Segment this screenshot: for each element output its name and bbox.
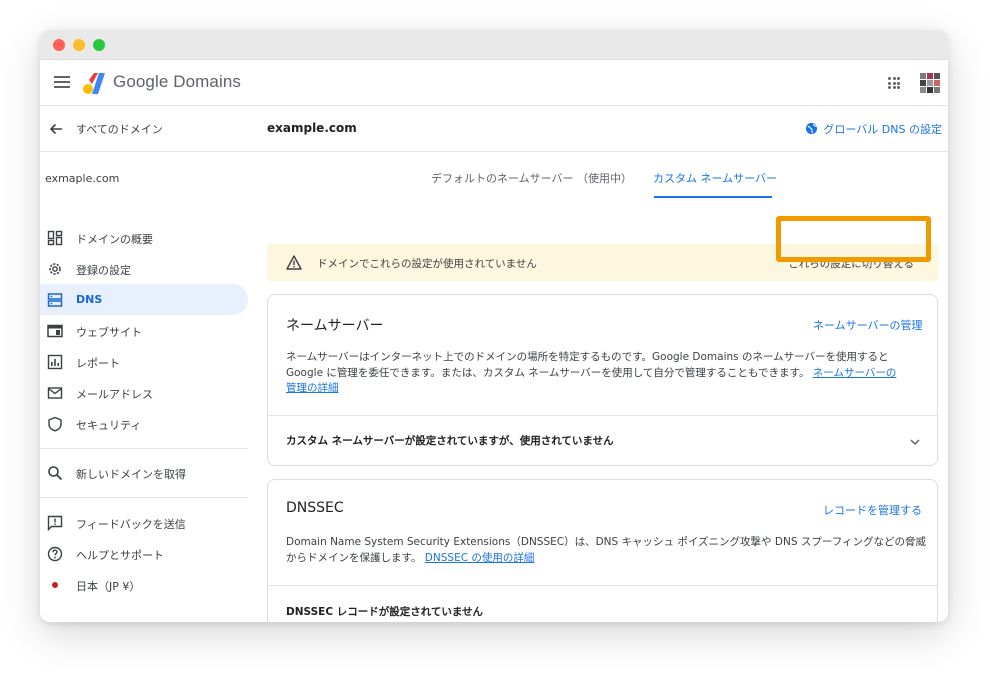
- sidebar: すべてのドメイン exmaple.com ドメインの概要 登録の設定 DNS ウ…: [40, 106, 257, 622]
- gear-icon: [49, 263, 61, 275]
- globe-icon: [806, 122, 818, 135]
- sidebar-item-label: 登録の設定: [76, 264, 131, 277]
- sidebar-item-label: 新しいドメインを取得: [76, 468, 186, 481]
- nameservers-learn-more-link[interactable]: 管理の詳細: [286, 382, 339, 394]
- browser-window: Google Domains すべてのドメイン exmaple.com ドメイン…: [40, 30, 948, 622]
- tab-default-nameservers[interactable]: デフォルトのネームサーバー （使用中）: [431, 170, 632, 186]
- page-title: example.com: [267, 121, 357, 135]
- sidebar-item-label: セキュリティ: [76, 419, 142, 432]
- red-dot-icon: [52, 582, 58, 588]
- sidebar-item-security[interactable]: セキュリティ: [40, 408, 248, 439]
- warning-icon: [286, 255, 302, 270]
- warning-banner: ドメインでこれらの設定が使用されていません これらの設定に切り替える: [267, 244, 938, 281]
- sidebar-item-region[interactable]: 日本（JP ¥）: [40, 569, 248, 600]
- main-header: example.com グローバル DNS の設定: [257, 106, 948, 152]
- account-avatar-icon[interactable]: [920, 73, 940, 93]
- sidebar-item-label: ドメインの概要: [76, 233, 153, 246]
- switch-settings-button[interactable]: これらの設定に切り替える: [788, 256, 914, 271]
- sidebar-item-registration[interactable]: 登録の設定: [40, 253, 248, 284]
- sidebar-item-get-domain[interactable]: 新しいドメインを取得: [40, 457, 248, 488]
- sidebar-domain-name: exmaple.com: [45, 172, 120, 185]
- card-divider: [268, 585, 937, 586]
- feedback-icon: [47, 515, 63, 531]
- manage-nameservers-button[interactable]: ネームサーバーの管理: [813, 317, 923, 333]
- nameserver-tabs: デフォルトのネームサーバー （使用中） カスタム ネームサーバー: [257, 152, 948, 202]
- sidebar-item-help[interactable]: ヘルプとサポート: [40, 538, 248, 569]
- dnssec-status: DNSSEC レコードが設定されていません: [286, 606, 484, 618]
- card-divider: [268, 415, 937, 416]
- sidebar-item-email[interactable]: メールアドレス: [40, 377, 248, 408]
- dns-icon: [47, 293, 63, 307]
- app-bar: Google Domains: [40, 60, 948, 106]
- dnssec-description: Domain Name System Security Extensions（D…: [286, 536, 926, 564]
- maximize-window-button[interactable]: [93, 39, 105, 51]
- website-icon: [47, 324, 63, 338]
- close-window-button[interactable]: [53, 39, 65, 51]
- sidebar-item-feedback[interactable]: フィードバックを送信: [40, 507, 248, 538]
- help-icon: [47, 546, 63, 562]
- sidebar-item-label: DNS: [76, 293, 103, 306]
- nameservers-description: ネームサーバーはインターネット上でのドメインの場所を特定するものです。Googl…: [286, 351, 897, 394]
- sidebar-divider: [40, 497, 248, 498]
- sidebar-item-website[interactable]: ウェブサイト: [40, 315, 248, 346]
- google-domains-logo-icon: [83, 73, 105, 94]
- brand-name: Google Domains: [113, 72, 242, 91]
- mail-icon: [47, 387, 63, 399]
- nameservers-learn-more-link[interactable]: ネームサーバーの: [813, 367, 897, 379]
- dnssec-learn-more-link[interactable]: DNSSEC の使用の詳細: [425, 552, 535, 564]
- sidebar-divider: [40, 448, 248, 449]
- sidebar-item-label: メールアドレス: [76, 388, 153, 401]
- sidebar-item-label: ヘルプとサポート: [76, 549, 164, 562]
- sidebar-item-label: レポート: [76, 357, 120, 370]
- sidebar-item-dns[interactable]: DNS: [40, 284, 248, 315]
- dnssec-card: DNSSEC レコードを管理する Domain Name System Secu…: [267, 479, 938, 622]
- all-domains-label: すべてのドメイン: [76, 123, 163, 136]
- sidebar-item-label: ウェブサイト: [76, 326, 142, 339]
- sidebar-item-label: 日本（JP ¥）: [76, 580, 141, 593]
- tab-custom-nameservers[interactable]: カスタム ネームサーバー: [653, 170, 777, 186]
- report-icon: [47, 354, 63, 370]
- nameservers-card: ネームサーバー ネームサーバーの管理 ネームサーバーはインターネット上でのドメイ…: [267, 294, 938, 466]
- active-tab-indicator: [654, 196, 772, 198]
- global-dns-label: グローバル DNS の設定: [823, 123, 942, 136]
- sidebar-item-reports[interactable]: レポート: [40, 346, 248, 377]
- nameservers-status: カスタム ネームサーバーが設定されていますが、使用されていません: [286, 435, 614, 447]
- menu-icon[interactable]: [54, 76, 70, 88]
- all-domains-link[interactable]: すべてのドメイン: [40, 106, 257, 152]
- dashboard-icon: [47, 230, 63, 246]
- minimize-window-button[interactable]: [73, 39, 85, 51]
- sidebar-item-label: フィードバックを送信: [76, 518, 186, 531]
- dnssec-title: DNSSEC: [286, 500, 344, 516]
- title-bar: [40, 30, 948, 60]
- nameservers-title: ネームサーバー: [286, 318, 384, 334]
- chevron-down-icon[interactable]: [909, 436, 921, 448]
- global-dns-settings-link[interactable]: グローバル DNS の設定: [805, 121, 942, 137]
- manage-records-button[interactable]: レコードを管理する: [823, 502, 922, 518]
- arrow-back-icon: [49, 123, 62, 135]
- shield-icon: [48, 416, 62, 432]
- apps-grid-icon[interactable]: [888, 77, 900, 89]
- warning-text: ドメインでこれらの設定が使用されていません: [317, 258, 537, 270]
- sidebar-item-overview[interactable]: ドメインの概要: [40, 222, 248, 253]
- search-icon: [48, 466, 63, 481]
- main-content: example.com グローバル DNS の設定 デフォルトのネームサーバー …: [257, 106, 948, 622]
